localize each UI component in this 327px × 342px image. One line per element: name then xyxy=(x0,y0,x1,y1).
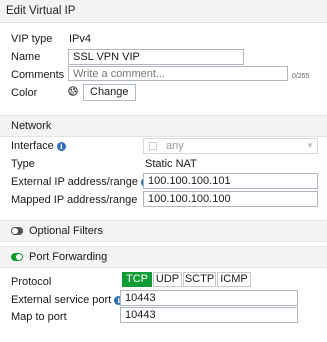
interface-value: any xyxy=(166,140,184,152)
vip-type-value: IPv4 xyxy=(69,33,92,45)
external-port-input[interactable] xyxy=(120,290,298,306)
protocol-udp[interactable]: UDP xyxy=(153,272,182,287)
protocol-label: Protocol xyxy=(11,276,52,288)
interface-checkbox[interactable] xyxy=(149,142,157,150)
type-value: Static NAT xyxy=(145,158,197,170)
interface-select[interactable]: any ▼ xyxy=(143,138,318,154)
info-icon[interactable]: i xyxy=(56,142,66,151)
external-ip-label: External IP address/range i xyxy=(11,176,151,188)
name-label: Name xyxy=(11,51,41,63)
color-change-button[interactable]: Change xyxy=(83,84,136,101)
optional-filters-label: Optional Filters xyxy=(29,225,103,237)
mapped-ip-input[interactable] xyxy=(143,191,318,207)
comments-label: Comments xyxy=(11,69,65,81)
optional-filters-toggle[interactable] xyxy=(11,227,23,235)
port-forwarding-toggle[interactable] xyxy=(11,253,23,261)
network-section-title: Network xyxy=(11,120,52,132)
mapped-ip-label: Mapped IP address/range xyxy=(11,194,138,206)
external-port-label-text: External service port xyxy=(11,294,112,306)
external-ip-label-text: External IP address/range xyxy=(11,176,138,188)
protocol-icmp[interactable]: ICMP xyxy=(217,272,251,287)
name-input[interactable] xyxy=(68,49,244,65)
type-label: Type xyxy=(11,158,35,170)
map-port-input[interactable] xyxy=(120,307,298,323)
map-port-label: Map to port xyxy=(11,311,67,323)
color-label: Color xyxy=(11,87,38,99)
interface-label-text: Interface xyxy=(11,140,54,152)
comments-textarea[interactable] xyxy=(68,66,288,81)
port-forwarding-label: Port Forwarding xyxy=(29,251,108,263)
vip-type-label: VIP type xyxy=(11,33,53,45)
palette-icon[interactable] xyxy=(68,86,78,96)
protocol-sctp[interactable]: SCTP xyxy=(183,272,216,287)
comments-counter: 0/255 xyxy=(292,73,310,80)
interface-label: Interface i xyxy=(11,140,66,152)
dialog-title: Edit Virtual IP xyxy=(6,5,76,17)
protocol-tcp[interactable]: TCP xyxy=(122,272,152,287)
external-ip-input[interactable] xyxy=(143,173,318,189)
external-port-label: External service port i xyxy=(11,294,124,306)
chevron-down-icon: ▼ xyxy=(306,141,314,150)
